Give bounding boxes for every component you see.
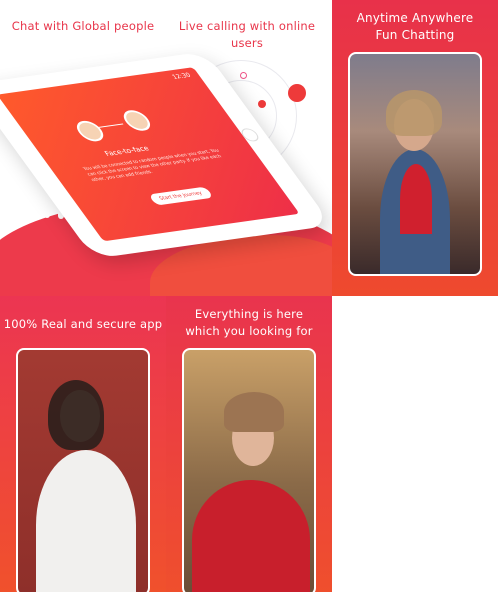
caption-anytime-line1: Anytime Anywhere xyxy=(356,11,474,25)
target-dot xyxy=(240,72,247,79)
hair xyxy=(224,392,284,432)
red-top xyxy=(192,480,310,592)
avatar-male xyxy=(118,108,156,133)
hair xyxy=(48,380,104,450)
promo-panel-everything: Everything is here which you looking for xyxy=(166,296,332,592)
screen-title: Face-to-face xyxy=(103,144,151,158)
avatar-female xyxy=(71,119,109,143)
start-journey-button[interactable]: Start the journey xyxy=(148,186,214,206)
red-dot-large xyxy=(288,84,306,102)
caption-everything-line1: Everything is here xyxy=(194,307,304,321)
photo-card-woman-white-shirt xyxy=(16,348,150,592)
caption-anytime-line2: Fun Chatting xyxy=(375,28,455,42)
caption-secure: 100% Real and secure app xyxy=(3,317,163,331)
photo-card-woman-red-top xyxy=(182,348,316,592)
caption-chat: Chat with Global people xyxy=(11,19,155,33)
empty-panel xyxy=(332,296,498,592)
caption-everything-line2: which you looking for xyxy=(185,324,313,338)
deco-bar-1 xyxy=(30,200,36,218)
photo-card-woman-jacket xyxy=(348,52,482,276)
white-shirt xyxy=(36,450,136,592)
red-top xyxy=(400,164,432,234)
caption-calling: Live calling with online users xyxy=(178,19,316,50)
promo-panel-secure: 100% Real and secure app xyxy=(0,296,166,592)
status-bar: 12:30 xyxy=(170,71,193,81)
promo-panel-chat: Chat with Global people Live calling wit… xyxy=(0,0,332,296)
heartbeat-icon xyxy=(96,123,124,129)
red-dot-small xyxy=(258,100,266,108)
promo-panel-anytime: Anytime Anywhere Fun Chatting xyxy=(332,0,498,296)
hair xyxy=(386,90,442,136)
